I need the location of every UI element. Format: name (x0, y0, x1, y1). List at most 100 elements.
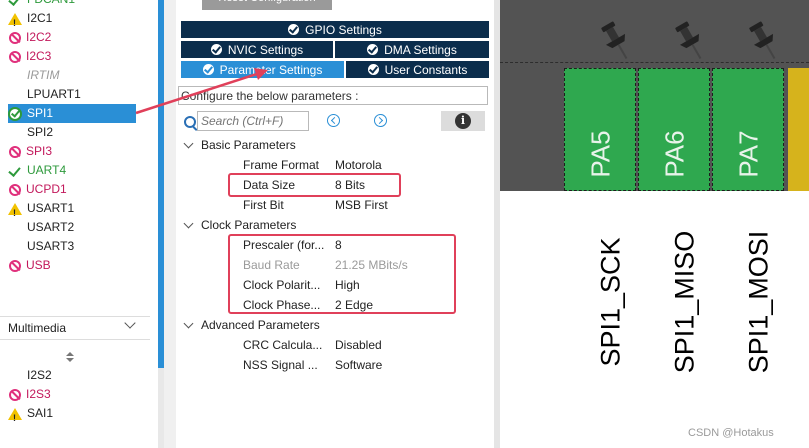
peripheral-label: I2C2 (26, 30, 52, 44)
chevron-down-icon (124, 317, 136, 329)
error-icon (9, 31, 21, 44)
check-circle-icon (202, 64, 214, 75)
search-icon (184, 116, 196, 128)
error-icon (9, 50, 21, 63)
peripheral-item-spi1[interactable]: SPI1 (8, 104, 136, 123)
signal-label-sck: SPI1_SCK (595, 237, 626, 367)
peripheral-label: USART1 (27, 201, 75, 215)
pinout-view: PA5 PA6 PA7 SPI1_SCK SPI1_MISO SPI1_MOSI… (500, 0, 809, 448)
group-clock-parameters[interactable]: Clock Parameters (201, 218, 296, 232)
previous-match-button[interactable] (327, 114, 340, 127)
param-name-frame-format[interactable]: Frame Format (243, 158, 331, 172)
info-icon: i (455, 113, 471, 129)
peripheral-item-i2s2[interactable]: I2S2 (8, 366, 136, 385)
peripheral-item-usart3[interactable]: USART3 (8, 237, 136, 256)
peripheral-item-i2c1[interactable]: I2C1 (8, 9, 136, 33)
peripheral-label: SAI1 (27, 406, 54, 420)
peripheral-label: USB (26, 258, 51, 272)
pin-label: PA7 (733, 130, 764, 178)
group-advanced-parameters[interactable]: Advanced Parameters (201, 318, 320, 332)
pin-neighbor[interactable] (788, 68, 809, 191)
peripheral-label: UART4 (27, 163, 67, 177)
pin-label: PA5 (585, 130, 616, 178)
error-icon (9, 259, 21, 272)
param-name-first-bit[interactable]: First Bit (243, 198, 331, 212)
chevron-down-icon[interactable] (183, 318, 194, 329)
tab-nvic-settings[interactable]: NVIC Settings (180, 40, 334, 59)
info-button[interactable]: i (441, 111, 485, 131)
check-circle-icon (210, 44, 222, 55)
check-circle-icon (367, 64, 379, 75)
warning-icon (8, 12, 22, 33)
tab-user-constants[interactable]: User Constants (345, 60, 490, 79)
peripheral-item-uart4[interactable]: UART4 (8, 161, 136, 180)
error-icon (9, 145, 21, 158)
tab-label: User Constants (384, 63, 468, 77)
warning-icon (8, 407, 22, 428)
peripheral-item-ucpd1[interactable]: UCPD1 (8, 180, 136, 199)
sort-icon[interactable] (66, 352, 74, 364)
check-icon (8, 164, 22, 178)
peripheral-label: USART2 (27, 220, 75, 234)
pin-pa6[interactable]: PA6 (638, 68, 710, 191)
check-circle-icon (288, 24, 300, 35)
peripheral-label: SPI3 (26, 144, 53, 158)
peripheral-item-lpuart1[interactable]: LPUART1 (8, 85, 136, 104)
peripheral-label: UCPD1 (26, 182, 67, 196)
peripheral-item-usart2[interactable]: USART2 (8, 218, 136, 237)
pin-pa5[interactable]: PA5 (564, 68, 636, 191)
peripheral-item-usart1[interactable]: USART1 (8, 199, 136, 223)
peripheral-item-usb[interactable]: USB (8, 256, 136, 275)
peripheral-item-fdcan1[interactable]: FDCAN1 (8, 0, 136, 9)
peripheral-label: FDCAN1 (27, 0, 75, 9)
param-value-nss-signal[interactable]: Software (335, 358, 382, 372)
check-icon (8, 0, 22, 7)
check-circle-icon (8, 106, 22, 121)
peripheral-label: LPUART1 (27, 87, 81, 101)
configure-hint: Configure the below parameters : (178, 86, 488, 105)
peripheral-item-i2c2[interactable]: I2C2 (8, 28, 136, 47)
pushpin-icon (675, 21, 702, 59)
peripheral-item-spi3[interactable]: SPI3 (8, 142, 136, 161)
tab-dma-settings[interactable]: DMA Settings (334, 40, 490, 59)
error-icon (9, 183, 21, 196)
peripheral-label: I2S2 (27, 368, 52, 382)
signal-label-miso: SPI1_MISO (669, 230, 700, 374)
watermark: CSDN @Hotakus (688, 427, 774, 439)
peripheral-label: SPI2 (27, 125, 54, 139)
tab-parameter-settings[interactable]: Parameter Settings (180, 60, 345, 79)
peripheral-item-spi2[interactable]: SPI2 (8, 123, 136, 142)
check-circle-icon (367, 44, 379, 55)
param-value-frame-format[interactable]: Motorola (335, 158, 382, 172)
peripheral-label: I2C3 (26, 49, 52, 63)
param-value-crc-calculation[interactable]: Disabled (335, 338, 382, 352)
highlight-box-data-size (228, 173, 401, 197)
tab-label: DMA Settings (384, 43, 457, 57)
reset-configuration-button[interactable]: Reset Configuration (202, 0, 332, 10)
peripheral-item-irtim[interactable]: IRTIM (8, 66, 136, 85)
peripheral-label: SPI1 (27, 106, 54, 120)
tab-gpio-settings[interactable]: GPIO Settings (180, 20, 490, 39)
error-icon (9, 388, 21, 401)
pin-pa7[interactable]: PA7 (712, 68, 784, 191)
next-match-button[interactable] (374, 114, 387, 127)
tab-label: GPIO Settings (305, 23, 382, 37)
category-header-multimedia[interactable]: Multimedia (0, 316, 150, 340)
param-name-nss-signal[interactable]: NSS Signal ... (243, 358, 331, 372)
signal-label-mosi: SPI1_MOSI (743, 230, 774, 374)
chevron-down-icon[interactable] (183, 138, 194, 149)
peripheral-item-sai1[interactable]: SAI1 (8, 404, 136, 428)
tab-label: NVIC Settings (227, 43, 304, 57)
panel-splitter[interactable] (164, 0, 176, 448)
search-input[interactable] (197, 111, 309, 131)
chevron-down-icon[interactable] (183, 218, 194, 229)
peripheral-label: I2S3 (26, 387, 51, 401)
param-name-crc-calculation[interactable]: CRC Calcula... (243, 338, 331, 352)
peripheral-label: IRTIM (27, 68, 60, 82)
peripheral-item-i2s3[interactable]: I2S3 (8, 385, 136, 404)
peripheral-item-i2c3[interactable]: I2C3 (8, 47, 136, 66)
peripheral-label: USART3 (27, 239, 75, 253)
group-basic-parameters[interactable]: Basic Parameters (201, 138, 296, 152)
tab-label: Parameter Settings (219, 63, 323, 77)
param-value-first-bit[interactable]: MSB First (335, 198, 388, 212)
